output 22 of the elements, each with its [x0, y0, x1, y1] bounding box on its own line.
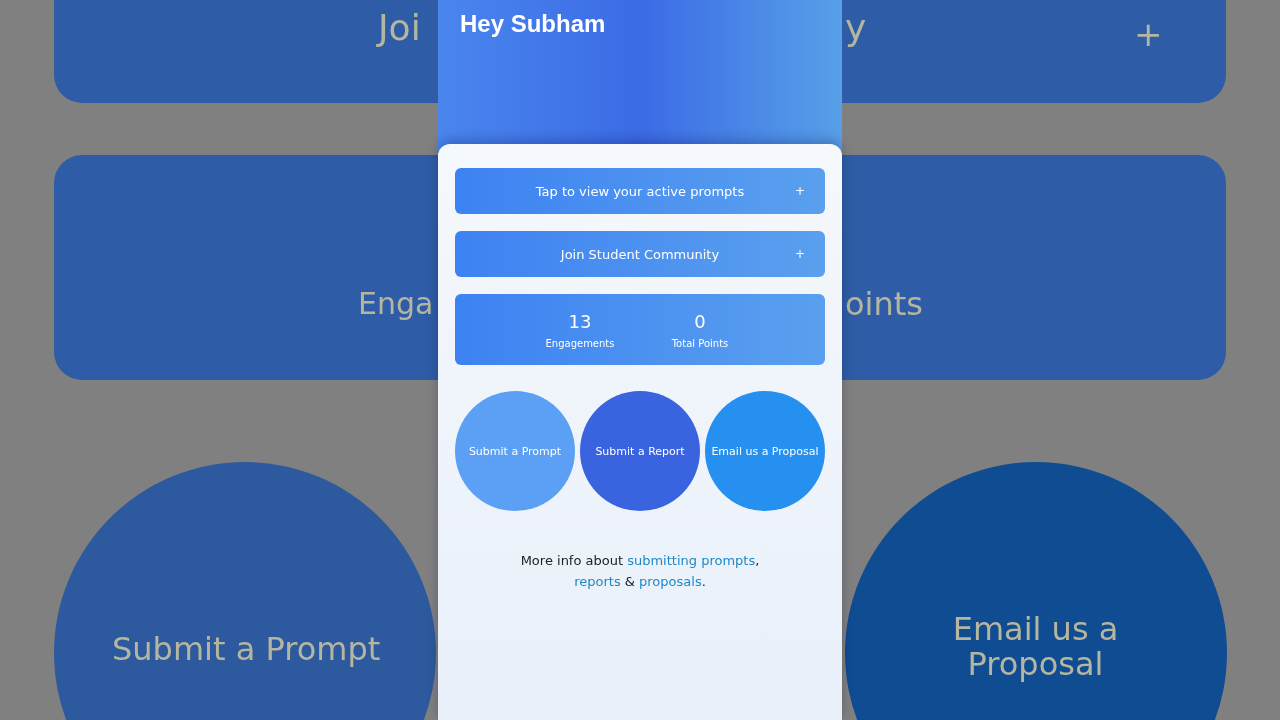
stat-label: Engagements	[545, 337, 615, 349]
accordion-button[interactable]: Tap to view your active prompts +	[455, 168, 825, 214]
stat-value: 13	[568, 310, 592, 332]
info-link[interactable]: proposals	[639, 574, 702, 589]
plus-icon: +	[794, 247, 805, 261]
stat-value: 0	[694, 310, 706, 332]
plus-icon: +	[1134, 16, 1163, 54]
action-button[interactable]: Submit a Report	[580, 391, 700, 511]
stat-label: Total Points	[671, 337, 729, 349]
blurred-text: Email us a Proposal	[951, 612, 1120, 683]
action-button[interactable]: Email us a Proposal	[705, 391, 825, 511]
blurred-text: Submit a Prompt	[112, 632, 381, 668]
blurred-text: oints	[845, 287, 923, 323]
blurred-text: Enga	[358, 287, 434, 320]
info-link[interactable]: reports	[574, 574, 621, 589]
action-button[interactable]: Submit a Prompt	[455, 391, 575, 511]
greeting-title: Hey Subham	[460, 10, 606, 37]
blurred-text: y	[845, 8, 867, 48]
plus-icon: +	[794, 184, 805, 198]
accordion-button[interactable]: Join Student Community +	[455, 231, 825, 277]
blurred-text: Joi	[378, 8, 421, 48]
info-text: More info about submitting prompts, reports & proposals.	[519, 552, 761, 591]
